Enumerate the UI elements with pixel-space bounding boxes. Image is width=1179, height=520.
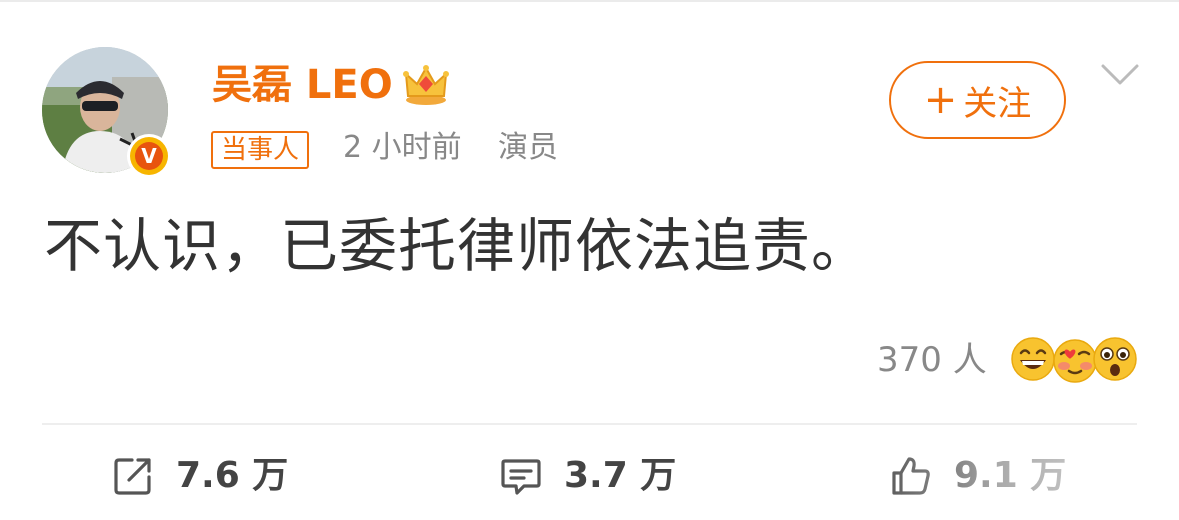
surprised-emoji[interactable] <box>1092 336 1138 382</box>
comment-button[interactable]: 3.7 万 <box>500 448 676 504</box>
verified-v-icon: V <box>135 142 163 170</box>
top-divider <box>0 0 1179 2</box>
repost-button[interactable]: 7.6 万 <box>112 448 288 504</box>
action-divider <box>42 423 1137 425</box>
author-name[interactable]: 吴磊 LEO <box>212 60 393 110</box>
follow-button[interactable]: + 关注 <box>889 61 1066 139</box>
verified-badge: V <box>127 134 171 178</box>
author-role: 演员 <box>498 130 558 165</box>
share-icon <box>114 458 151 495</box>
thumbs-up-icon <box>892 457 930 495</box>
post-time: 2 小时前 <box>343 130 462 165</box>
comment-icon <box>501 459 541 495</box>
reaction-count[interactable]: 370 人 <box>877 336 987 384</box>
like-count: 9.1 万 <box>954 455 1067 496</box>
comment-count: 3.7 万 <box>564 455 677 496</box>
party-tag: 当事人 <box>211 131 310 169</box>
crown-icon <box>403 65 449 105</box>
like-button[interactable]: 9.1 万 <box>890 448 1066 504</box>
repost-count: 7.6 万 <box>176 455 289 496</box>
grinning-emoji[interactable] <box>1010 336 1056 382</box>
chevron-down-icon[interactable] <box>1100 62 1140 88</box>
post-content: 不认识，已委托律师依法追责。 <box>44 212 871 280</box>
follow-label: 关注 <box>963 83 1032 124</box>
plus-icon: + <box>923 77 958 123</box>
